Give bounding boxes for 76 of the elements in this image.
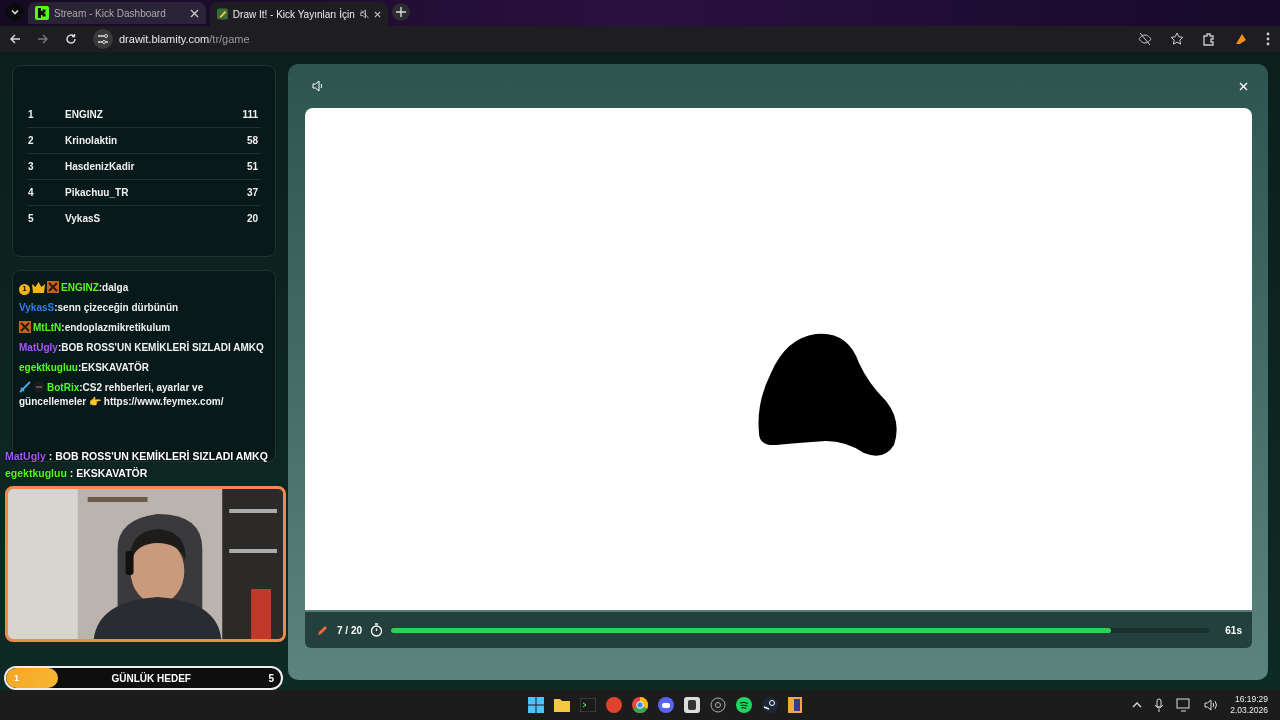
url-text: drawit.blamity.com/tr/game [119, 33, 250, 46]
rank-number: 1 [27, 109, 35, 121]
game-icon[interactable] [788, 697, 802, 714]
app-icon[interactable] [684, 697, 700, 714]
goal-label: GÜNLÜK HEDEF [110, 672, 192, 684]
player-name: VykasS [65, 213, 102, 225]
sword-icon [19, 381, 31, 394]
chat-message: VykasS:senn çizeceğin dürbünün [19, 301, 180, 316]
folder-icon[interactable] [554, 698, 570, 713]
rank-number: 5 [27, 213, 35, 225]
drawing-canvas[interactable] [305, 108, 1252, 611]
circle-app-icon[interactable] [606, 697, 622, 714]
bot-icon [33, 381, 45, 394]
stopwatch-icon [370, 623, 384, 638]
chat-message: MatUgly:BOB ROSS'UN KEMİKLERİ SIZLADI AMKQ [19, 341, 265, 356]
terminal-icon[interactable] [580, 698, 596, 713]
chat-overlay-message: egektkugluu : EKSKAVATÖR [5, 467, 149, 480]
rank-badge: 1 [19, 283, 30, 295]
player-name: Pikachuu_TR [65, 187, 130, 199]
chat-message: MtLtN:endoplazmikretikulum [19, 321, 269, 336]
pencil-icon [317, 624, 329, 637]
eye-off-icon[interactable] [1138, 32, 1152, 47]
player-score: 51 [246, 161, 259, 173]
tab-title: Stream - Kick Dashboard [54, 7, 167, 19]
crown-icon [32, 282, 45, 294]
player-name: HasdenizKadir [65, 161, 136, 173]
forward-icon[interactable] [37, 33, 49, 46]
music-app-icon[interactable] [736, 697, 752, 714]
browser-tab[interactable]: Draw It! - Kick Yayınları İçin [210, 2, 388, 27]
volume-icon[interactable] [1204, 699, 1219, 712]
goal-current: 1 [13, 673, 20, 684]
extension-icon[interactable] [1234, 32, 1248, 47]
chat-message: egektkugluu:EKSKAVATÖR [19, 361, 150, 376]
chat-app-icon[interactable] [658, 697, 674, 714]
chat-message: 1 ENGINZ:dalga [19, 281, 269, 296]
chat-message: BotRix:CS2 rehberleri, ayarlar ve güncellemeler 👉 https://www.feymex.com/ [19, 381, 225, 410]
extensions-icon[interactable] [1202, 32, 1216, 47]
player-score: 111 [242, 109, 259, 121]
reload-icon[interactable] [65, 33, 77, 46]
close-icon[interactable] [190, 8, 199, 18]
close-icon[interactable] [374, 9, 381, 19]
rank-number: 3 [27, 161, 35, 173]
rank-number: 4 [27, 187, 35, 199]
clock-date: 2.03.2026 [1230, 705, 1268, 717]
new-tab-button[interactable] [392, 3, 410, 22]
browser-icon[interactable] [632, 697, 648, 714]
clock-time: 16:19:29 [1234, 694, 1268, 706]
tab-title: Draw It! - Kick Yayınları İçin [232, 8, 355, 20]
plus-icon [396, 7, 406, 18]
player-name: Krinolaktin [65, 135, 119, 147]
pencil-logo-icon [217, 7, 228, 22]
player-score: 37 [246, 187, 259, 199]
site-settings-icon[interactable] [93, 29, 113, 50]
x-badge-icon [19, 321, 31, 334]
player-score: 20 [246, 213, 259, 225]
address-bar[interactable]: drawit.blamity.com/tr/game [93, 29, 1122, 50]
windows-start-icon[interactable] [528, 697, 544, 714]
chat-overlay-message: MatUgly : BOB ROSS'UN KEMİKLERİ SIZLADI AMKQ [5, 450, 269, 463]
player-score: 58 [246, 135, 259, 147]
tab-search-button[interactable] [6, 3, 24, 22]
speaker-icon[interactable] [312, 80, 324, 93]
goal-target: 5 [268, 672, 275, 684]
recorder-icon[interactable] [710, 697, 726, 714]
browser-tab[interactable]: Stream - Kick Dashboard [28, 2, 206, 25]
k-logo-icon [35, 6, 49, 21]
microphone-icon[interactable] [1154, 698, 1165, 713]
more-icon[interactable] [1266, 32, 1270, 47]
x-badge-icon [47, 281, 59, 294]
time-left: 61s [1225, 624, 1242, 636]
player-name: ENGINZ [65, 109, 104, 121]
rank-number: 2 [27, 135, 35, 147]
network-icon[interactable] [1176, 698, 1193, 713]
star-icon[interactable] [1170, 32, 1184, 47]
back-icon[interactable] [9, 33, 21, 46]
round-counter: 7 / 20 [337, 624, 363, 636]
game-store-icon[interactable] [762, 697, 778, 714]
